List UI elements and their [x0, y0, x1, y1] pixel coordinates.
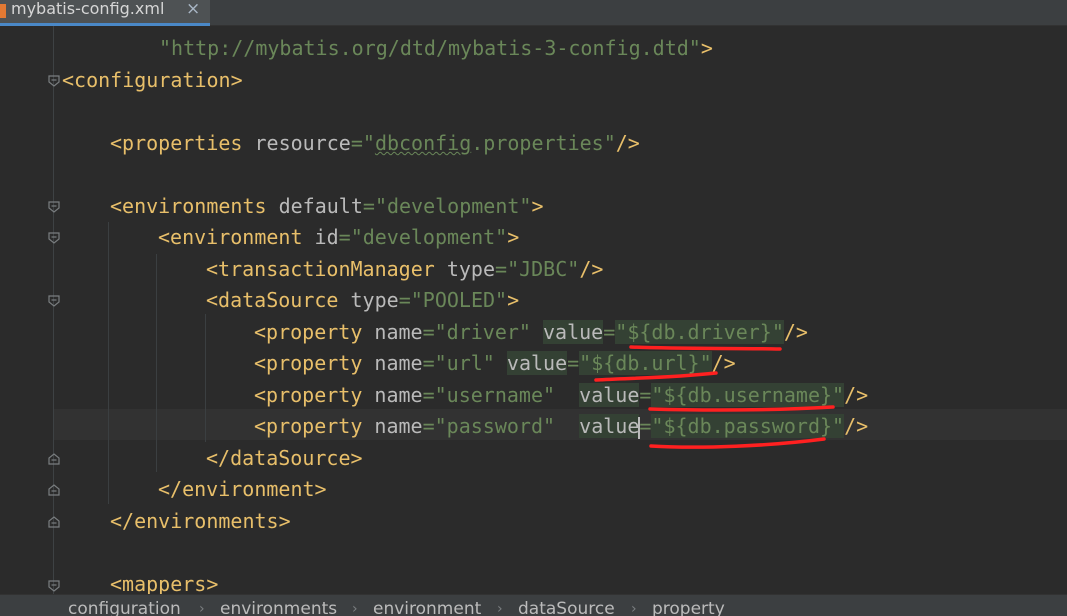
placeholder-db-url: "${db.url}"	[579, 351, 712, 375]
code-line-transaction-manager[interactable]: <transactionManager type="JDBC"/>	[206, 254, 603, 284]
fold-end-icon[interactable]	[47, 452, 61, 466]
editor-tab-bar: mybatis-config.xml ×	[0, 0, 1067, 26]
indent-guide	[205, 314, 206, 442]
spelling-warning: dbconfig	[374, 131, 472, 155]
placeholder-db-driver: "${db.driver}"	[615, 320, 784, 344]
gutter-divider	[53, 26, 54, 594]
chevron-right-icon: ›	[352, 601, 358, 616]
breadcrumb-property[interactable]: property	[652, 595, 725, 616]
code-line-property-username[interactable]: <property name="username" value="${db.us…	[254, 380, 868, 410]
code-line-environment[interactable]: <environment id="development">	[158, 222, 519, 252]
tag-environment: environment	[170, 225, 303, 249]
tag-datasource: dataSource	[218, 288, 339, 312]
code-line-datasource-end[interactable]: </dataSource>	[206, 443, 363, 473]
tab-mybatis-config[interactable]: mybatis-config.xml ×	[0, 0, 210, 26]
code-line-configuration[interactable]: <configuration>	[62, 65, 243, 95]
close-icon[interactable]: ×	[186, 0, 200, 22]
breadcrumb-datasource[interactable]: dataSource	[518, 595, 615, 616]
chevron-right-icon: ›	[497, 601, 503, 616]
tab-label: mybatis-config.xml	[11, 0, 165, 18]
code-line-environment-end[interactable]: </environment>	[158, 474, 327, 504]
code-line-dtd[interactable]: "http://mybatis.org/dtd/mybatis-3-config…	[159, 33, 713, 63]
code-line-environments-end[interactable]: </environments>	[110, 506, 291, 536]
dtd-url: "http://mybatis.org/dtd/mybatis-3-config…	[159, 36, 701, 60]
code-line-property-driver[interactable]: <property name="driver" value="${db.driv…	[254, 317, 808, 347]
code-line-datasource[interactable]: <dataSource type="POOLED">	[206, 285, 519, 315]
fold-open-icon[interactable]	[47, 200, 61, 214]
code-line-mappers[interactable]: <mappers>	[110, 569, 218, 594]
code-line-properties[interactable]: <properties resource="dbconfig.propertie…	[110, 128, 640, 158]
breadcrumb-configuration[interactable]: configuration	[68, 595, 181, 616]
fold-open-icon[interactable]	[47, 579, 61, 593]
indent-guide	[108, 222, 109, 504]
code-line-environments[interactable]: <environments default="development">	[110, 191, 544, 221]
breadcrumb-environment[interactable]: environment	[373, 595, 481, 616]
breadcrumb-environments[interactable]: environments	[220, 595, 337, 616]
placeholder-db-username: "${db.username}"	[651, 383, 845, 407]
code-line-property-url[interactable]: <property name="url" value="${db.url}"/>	[254, 348, 736, 378]
tag-environments: environments	[122, 194, 267, 218]
fold-open-icon[interactable]	[47, 74, 61, 88]
breadcrumb: configuration › environments › environme…	[0, 594, 1067, 616]
fold-end-icon[interactable]	[47, 515, 61, 529]
indent-guide	[156, 254, 157, 472]
fold-end-icon[interactable]	[47, 483, 61, 497]
placeholder-db-password: "${db.password}"	[651, 414, 845, 438]
chevron-right-icon: ›	[631, 601, 637, 616]
fold-open-icon[interactable]	[47, 294, 61, 308]
code-editor[interactable]: "http://mybatis.org/dtd/mybatis-3-config…	[0, 26, 1067, 594]
tag-transaction-manager: transactionManager	[218, 257, 435, 281]
code-line-property-password[interactable]: <property name="password" value="${db.pa…	[254, 411, 868, 441]
chevron-right-icon: ›	[199, 601, 205, 616]
fold-open-icon[interactable]	[47, 231, 61, 245]
xml-file-icon	[0, 4, 6, 18]
tag-properties: properties	[122, 131, 243, 155]
tag-configuration: configuration	[74, 68, 231, 92]
